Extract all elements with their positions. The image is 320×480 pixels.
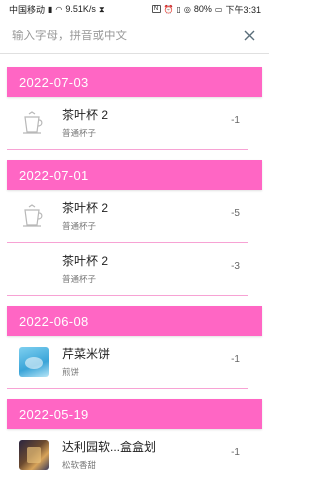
list-item[interactable]: 芹菜米饼 煎饼 -1 [7,336,248,389]
food-photo-thumbnail [19,347,49,377]
alarm-icon: ⏰ [163,4,174,14]
item-quantity: -5 [231,208,240,219]
clock: 下午3:31 [225,4,261,15]
list-item[interactable]: 茶叶杯 2 普通杯子 -5 [7,190,248,243]
item-quantity: -1 [231,115,240,126]
date-label: 2022-07-01 [19,167,89,183]
hourglass-icon: ⧗ [98,4,105,14]
search-bar [0,18,269,54]
date-header: 2022-07-03 [7,67,262,97]
record-list: 2022-07-03 茶叶杯 2 普通杯子 -1 2022-07-01 茶叶杯 … [0,67,269,480]
battery-icon: ▭ [214,4,223,14]
item-title: 茶叶杯 2 [62,201,109,215]
date-header: 2022-07-01 [7,160,262,190]
list-item[interactable]: 茶叶杯 2 普通杯子 -3 [7,243,248,296]
date-header: 2022-05-19 [7,399,262,429]
status-bar: 中国移动 ▮ ◠ 9.51K/s ⧗ N ⏰ ▯ ◎ 80% ▭ 下午3:31 [0,0,269,18]
item-quantity: -1 [231,447,240,458]
close-icon[interactable] [241,28,257,44]
item-subtitle: 普通杯子 [62,128,97,138]
food-photo-thumbnail [19,440,49,470]
item-subtitle: 普通杯子 [62,274,97,284]
cup-outline-icon [19,108,49,138]
battery-percent: 80% [193,4,212,14]
wifi-icon: ◠ [55,4,63,14]
item-subtitle: 煎饼 [62,367,80,377]
item-title: 茶叶杯 2 [62,108,109,122]
location-icon: ◎ [183,4,191,14]
vibrate-icon: ▯ [176,4,181,14]
item-title: 茶叶杯 2 [62,254,109,268]
item-title: 达利园软...盒盒划 [62,440,157,454]
date-header: 2022-06-08 [7,306,262,336]
search-input[interactable] [12,29,241,42]
date-label: 2022-06-08 [19,313,89,329]
item-quantity: -1 [231,354,240,365]
list-item[interactable]: 达利园软...盒盒划 松软香甜 -1 [7,429,248,480]
carrier-label: 中国移动 [9,4,46,15]
date-label: 2022-05-19 [19,406,89,422]
network-speed: 9.51K/s [65,4,96,14]
list-item[interactable]: 茶叶杯 2 普通杯子 -1 [7,97,248,150]
empty-thumbnail [19,254,49,284]
signal-icon: ▮ [48,4,53,14]
item-subtitle: 松软香甜 [62,460,97,470]
date-label: 2022-07-03 [19,74,89,90]
item-title: 芹菜米饼 [62,347,111,361]
nfc-icon: N [151,5,161,13]
item-quantity: -3 [231,261,240,272]
cup-outline-icon [19,201,49,231]
item-subtitle: 普通杯子 [62,221,97,231]
